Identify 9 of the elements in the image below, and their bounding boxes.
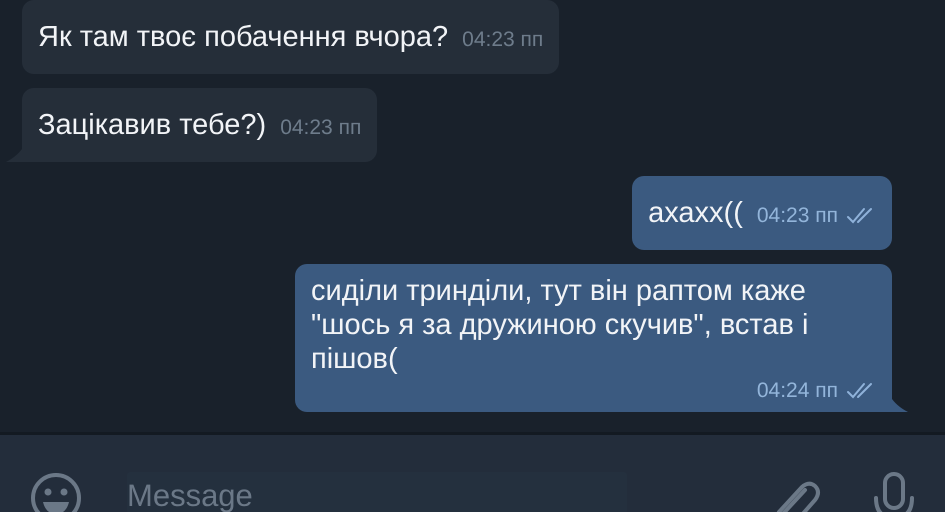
emoji-icon[interactable] <box>30 472 82 512</box>
message-time: 04:23 пп <box>756 203 838 229</box>
message-text: сиділи тринділи, тут він раптом каже "шось я за дружиною скучив", встав і пішов( <box>311 274 810 376</box>
message-time: 04:23 пп <box>462 27 544 53</box>
message-time: 04:23 пп <box>280 115 362 141</box>
message-text: Як там твоє побачення вчора? <box>38 20 448 55</box>
message-text: ахахх(( <box>648 196 743 231</box>
message-text: Зацікавив тебе?) <box>38 108 266 143</box>
message-time: 04:24 пп <box>756 378 838 404</box>
